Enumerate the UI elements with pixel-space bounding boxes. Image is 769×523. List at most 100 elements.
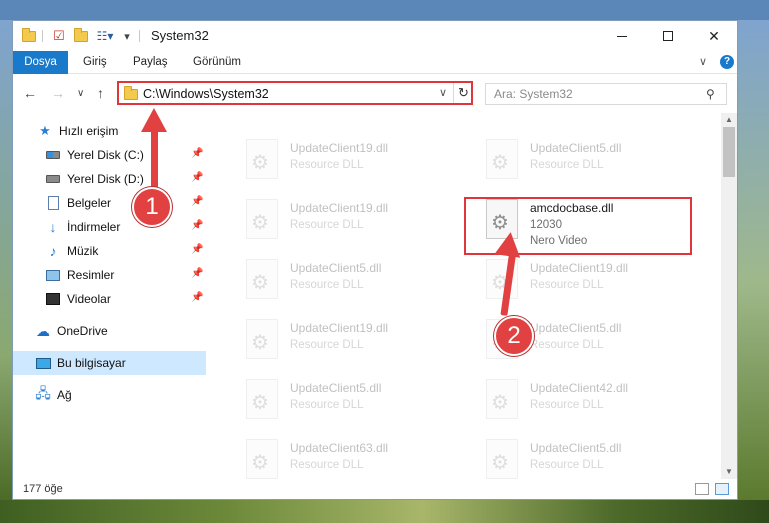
desktop-background-bottom <box>0 500 769 523</box>
scrollbar-thumb[interactable] <box>723 127 735 177</box>
videos-icon <box>45 292 61 306</box>
back-icon[interactable]: ← <box>23 85 37 101</box>
pin-icon[interactable]: 📌 <box>191 172 203 183</box>
drive-icon <box>45 148 61 162</box>
file-name: UpdateClient42.dll <box>530 381 629 395</box>
sidebar-item-this-pc[interactable]: Bu bilgisayar <box>13 351 206 375</box>
customize-quick-access-icon[interactable]: ☷▾ <box>95 27 115 45</box>
annotation-badge-1: 1 <box>132 187 172 227</box>
annotation-badge-2: 2 <box>494 316 534 356</box>
cloud-icon: ☁ <box>36 322 50 339</box>
status-bar: 177 öğe <box>13 479 737 499</box>
list-item[interactable]: UpdateClient5.dll Resource DLL <box>226 253 456 311</box>
file-name: UpdateClient5.dll <box>530 441 622 455</box>
sidebar-item-videos[interactable]: Videolar 📌 <box>13 287 206 311</box>
minimize-icon <box>617 35 627 37</box>
search-icon[interactable]: ⚲ <box>706 87 715 101</box>
desktop-background-left <box>0 20 12 500</box>
sidebar-item-label: Videolar <box>67 292 111 306</box>
expand-ribbon-icon[interactable]: ∨ <box>699 55 707 68</box>
help-icon[interactable]: ? <box>720 55 734 69</box>
music-icon: ♪ <box>49 243 57 259</box>
properties-icon[interactable]: ☑ <box>51 27 67 45</box>
sidebar-item-pictures[interactable]: Resimler 📌 <box>13 263 206 287</box>
list-item[interactable]: UpdateClient42.dll Resource DLL <box>466 373 696 431</box>
address-path[interactable]: C:\Windows\System32 <box>143 87 269 101</box>
desktop-background-right <box>738 20 769 500</box>
file-name: UpdateClient19.dll <box>290 141 389 155</box>
search-input[interactable]: Ara: System32 <box>494 87 573 101</box>
file-name: UpdateClient19.dll <box>290 321 389 335</box>
pin-icon[interactable]: 📌 <box>191 196 203 207</box>
drive-icon <box>45 172 61 186</box>
window-title: System32 <box>151 28 209 43</box>
tab-home[interactable]: Giriş <box>71 51 119 74</box>
list-item[interactable]: UpdateClient19.dll Resource DLL <box>226 313 456 371</box>
folder-icon <box>21 27 37 45</box>
large-icons-view-icon[interactable] <box>715 483 729 495</box>
minimize-button[interactable] <box>599 21 645 51</box>
navigation-pane: ★ Hızlı erişim Yerel Disk (C:) 📌 Yerel D… <box>13 113 206 479</box>
forward-icon[interactable]: → <box>51 85 65 101</box>
dll-file-icon <box>246 439 278 479</box>
dll-file-icon <box>246 319 278 359</box>
list-item[interactable]: UpdateClient5.dll Resource DLL <box>466 433 696 479</box>
pin-icon[interactable]: 📌 <box>191 292 203 303</box>
close-button[interactable]: ✕ <box>691 21 737 51</box>
pin-icon[interactable]: 📌 <box>191 244 203 255</box>
pin-icon[interactable]: 📌 <box>191 148 203 159</box>
computer-icon <box>35 356 51 370</box>
vertical-scrollbar[interactable]: ▲ ▼ <box>721 113 737 479</box>
scroll-up-icon[interactable]: ▲ <box>721 113 737 127</box>
folder-icon <box>124 86 138 100</box>
sidebar-item-local-disk-c[interactable]: Yerel Disk (C:) 📌 <box>13 143 206 167</box>
pin-icon[interactable]: 📌 <box>191 268 203 279</box>
divider <box>139 30 140 42</box>
dll-file-icon <box>246 259 278 299</box>
recent-locations-icon[interactable]: ∨ <box>77 88 84 99</box>
maximize-icon <box>663 31 673 41</box>
list-item[interactable]: UpdateClient5.dll Resource DLL <box>466 133 696 191</box>
sidebar-item-network[interactable]: 🖧 Ağ <box>13 383 206 407</box>
sidebar-item-music[interactable]: ♪ Müzik 📌 <box>13 239 206 263</box>
desktop-background-top <box>0 0 769 20</box>
list-item[interactable]: UpdateClient5.dll Resource DLL <box>226 373 456 431</box>
file-description: Resource DLL <box>290 159 364 171</box>
annotation-arrow-1 <box>151 128 158 190</box>
file-description: Resource DLL <box>530 459 604 471</box>
sidebar-item-quick-access[interactable]: ★ Hızlı erişim <box>13 119 206 143</box>
dll-file-icon <box>246 139 278 179</box>
tab-file[interactable]: Dosya <box>13 51 68 74</box>
tab-view[interactable]: Görünüm <box>181 51 253 74</box>
file-name: UpdateClient19.dll <box>530 261 629 275</box>
file-description: Resource DLL <box>530 159 604 171</box>
search-box[interactable]: Ara: System32 ⚲ <box>485 83 727 105</box>
address-bar[interactable]: C:\Windows\System32 ∨ ↻ <box>117 81 473 105</box>
file-name: UpdateClient5.dll <box>290 381 382 395</box>
list-item[interactable]: UpdateClient19.dll Resource DLL <box>466 253 696 311</box>
details-view-icon[interactable] <box>695 483 709 495</box>
scroll-down-icon[interactable]: ▼ <box>721 465 737 479</box>
pin-icon[interactable]: 📌 <box>191 220 203 231</box>
file-description: Resource DLL <box>530 399 604 411</box>
sidebar-item-local-disk-d[interactable]: Yerel Disk (D:) 📌 <box>13 167 206 191</box>
dll-file-icon <box>246 379 278 419</box>
file-description: Resource DLL <box>290 219 364 231</box>
list-item[interactable]: UpdateClient19.dll Resource DLL <box>226 133 456 191</box>
list-item[interactable]: UpdateClient19.dll Resource DLL <box>226 193 456 251</box>
sidebar-item-documents[interactable]: Belgeler 📌 <box>13 191 206 215</box>
sidebar-item-label: Bu bilgisayar <box>57 356 126 370</box>
sidebar-item-onedrive[interactable]: ☁ OneDrive <box>13 319 206 343</box>
tab-share[interactable]: Paylaş <box>121 51 180 74</box>
refresh-icon[interactable]: ↻ <box>453 83 473 103</box>
address-dropdown-icon[interactable]: ∨ <box>439 86 447 99</box>
ribbon-tabs: Dosya Giriş Paylaş Görünüm ∨ ? <box>13 51 737 74</box>
file-description: Resource DLL <box>290 459 364 471</box>
up-icon[interactable]: ↑ <box>97 85 104 101</box>
sidebar-item-downloads[interactable]: ↓ İndirmeler 📌 <box>13 215 206 239</box>
new-folder-icon[interactable] <box>73 27 89 45</box>
maximize-button[interactable] <box>645 21 691 51</box>
star-icon: ★ <box>39 123 51 138</box>
list-item[interactable]: UpdateClient63.dll Resource DLL <box>226 433 456 479</box>
quick-access-dropdown-icon[interactable]: ▾ <box>121 27 133 45</box>
